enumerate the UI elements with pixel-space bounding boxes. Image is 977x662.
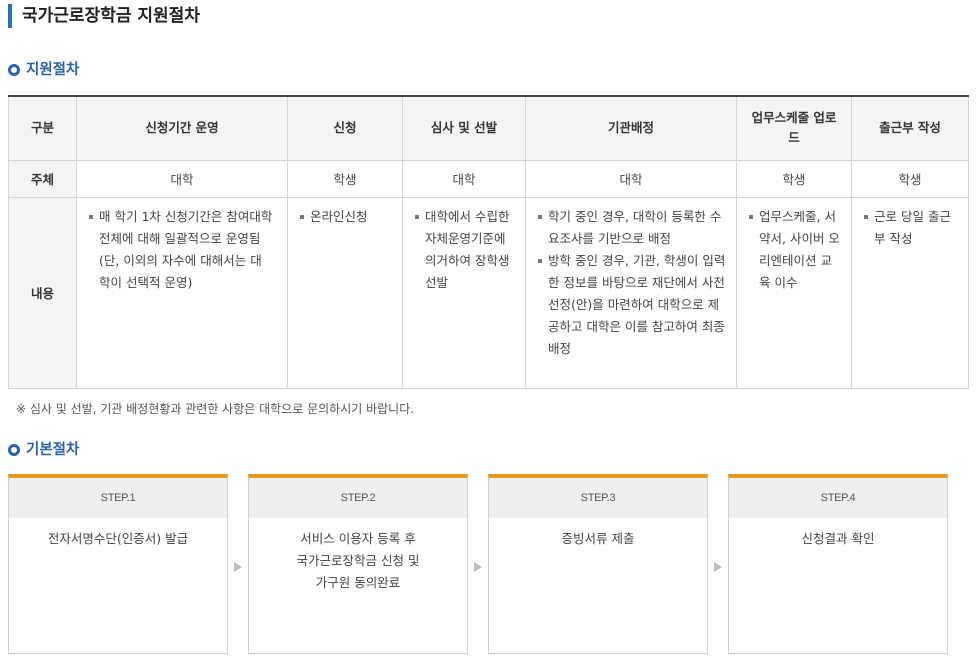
step-label: STEP.2: [249, 478, 467, 518]
step-label: STEP.3: [489, 478, 707, 518]
content-cell: 업무스케줄, 서약서, 사이버 오리엔테이션 교육 이수: [736, 196, 852, 389]
header-application: 신청: [287, 96, 403, 161]
content-cell: 학기 중인 경우, 대학이 등록한 수요조사를 기반으로 배정 방학 중인 경우…: [525, 196, 737, 389]
content-cell: 대학에서 수립한 자체운영기준에 의거하여 장학생 선발: [402, 196, 526, 389]
row-label-subject: 주체: [8, 159, 77, 198]
step-text: 신청결과 확인: [801, 531, 875, 546]
step-label: STEP.4: [729, 478, 947, 518]
content-bullet: 방학 중인 경우, 기관, 학생이 입력한 정보를 바탕으로 재단에서 사전 선…: [538, 250, 728, 360]
step-text: 전자서명수단(인증서) 발급: [47, 531, 189, 546]
content-cell: 근로 당일 출근부 작성: [851, 196, 969, 389]
subject-cell: 학생: [851, 159, 969, 198]
section-title-basic: 기본절차: [8, 440, 79, 460]
content-cell: 매 학기 1차 신청기간은 참여대학 전체에 대해 일괄적으로 운영됨(단, 이…: [76, 196, 288, 389]
table-row-subject: 주체 대학 학생 대학 대학 학생 학생: [8, 159, 969, 198]
header-review-selection: 심사 및 선발: [402, 96, 526, 161]
ring-bullet-icon: [8, 64, 20, 76]
step-card-3: STEP.3 증빙서류 제출: [488, 474, 708, 654]
step-card-1: STEP.1 전자서명수단(인증서) 발급: [8, 474, 228, 654]
content-bullet: 대학에서 수립한 자체운영기준에 의거하여 장학생 선발: [415, 206, 519, 294]
ring-bullet-icon: [8, 444, 20, 456]
triangle-right-icon: [234, 562, 242, 572]
subject-cell: 학생: [287, 159, 403, 198]
step-text: 증빙서류 제출: [561, 531, 635, 546]
section-title-support-label: 지원절차: [26, 62, 80, 78]
step-card-2: STEP.2 서비스 이용자 등록 후 국가근로장학금 신청 및 가구원 동의완…: [248, 474, 468, 654]
step-label: STEP.1: [9, 478, 227, 518]
content-bullet: 업무스케줄, 서약서, 사이버 오리엔테이션 교육 이수: [749, 206, 843, 294]
support-procedure-table: 구분 신청기간 운영 신청 심사 및 선발 기관배정 업무스케줄 업로드 출근부…: [8, 95, 969, 389]
section-title-support: 지원절차: [8, 60, 79, 80]
content-bullet: 매 학기 1차 신청기간은 참여대학 전체에 대해 일괄적으로 운영됨(단, 이…: [89, 206, 273, 294]
row-label-content: 내용: [8, 196, 77, 389]
header-attendance: 출근부 작성: [851, 96, 969, 161]
page-title: 국가근로장학금 지원절차: [8, 4, 200, 28]
header-schedule-upload: 업무스케줄 업로드: [736, 96, 852, 161]
header-application-period: 신청기간 운영: [76, 96, 288, 161]
content-cell: 온라인신청: [287, 196, 403, 389]
content-bullet: 학기 중인 경우, 대학이 등록한 수요조사를 기반으로 배정: [538, 206, 728, 250]
inquiry-note: ※ 심사 및 선발, 기관 배정현황과 관련한 사항은 대학으로 문의하시기 바…: [16, 402, 415, 416]
content-bullet: 온라인신청: [300, 206, 394, 228]
content-bullet: 근로 당일 출근부 작성: [864, 206, 960, 250]
subject-cell: 대학: [76, 159, 288, 198]
header-institution-assignment: 기관배정: [525, 96, 737, 161]
step-card-4: STEP.4 신청결과 확인: [728, 474, 948, 654]
step-text: 서비스 이용자 등록 후 국가근로장학금 신청 및 가구원 동의완료: [296, 531, 420, 590]
section-title-basic-label: 기본절차: [26, 442, 80, 458]
subject-cell: 대학: [402, 159, 526, 198]
table-header-row: 구분 신청기간 운영 신청 심사 및 선발 기관배정 업무스케줄 업로드 출근부…: [8, 96, 969, 161]
table-row-content: 내용 매 학기 1차 신청기간은 참여대학 전체에 대해 일괄적으로 운영됨(단…: [8, 196, 969, 389]
subject-cell: 학생: [736, 159, 852, 198]
triangle-right-icon: [714, 562, 722, 572]
header-category: 구분: [8, 96, 77, 161]
triangle-right-icon: [474, 562, 482, 572]
subject-cell: 대학: [525, 159, 737, 198]
